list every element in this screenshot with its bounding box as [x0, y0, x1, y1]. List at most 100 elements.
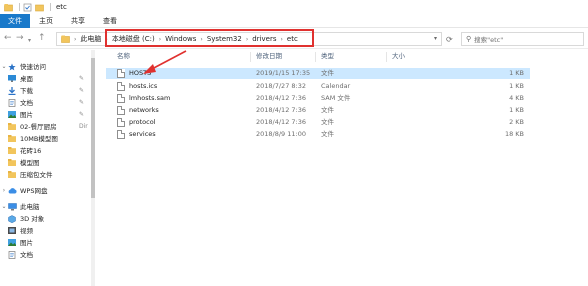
sidebar-label: 快速访问	[20, 63, 46, 71]
sidebar-item-folder[interactable]: 模型图	[0, 156, 92, 168]
videos-icon	[8, 226, 16, 234]
folder-icon	[8, 134, 16, 142]
address-dropdown-icon[interactable]: ▾	[434, 35, 437, 42]
tab-home[interactable]: 主页	[30, 14, 62, 28]
title-separator	[50, 3, 51, 11]
sidebar-scrollbar-thumb[interactable]	[91, 58, 95, 198]
sidebar-label: 压缩包文件	[20, 171, 53, 179]
sidebar-label: 文档	[20, 251, 33, 259]
sidebar-item-videos[interactable]: 视频	[0, 224, 92, 236]
sidebar-item-downloads[interactable]: 下载 ✎	[0, 84, 92, 96]
column-header-size[interactable]: 大小	[392, 50, 405, 62]
tab-share[interactable]: 共享	[62, 14, 94, 28]
file-row-lmhosts[interactable]: lmhosts.sam 2018/4/12 7:36 SAM 文件 4 KB	[106, 93, 530, 104]
folder-icon	[4, 3, 13, 12]
chevron-down-icon[interactable]: ⌄	[0, 63, 8, 70]
sidebar-item-3d-objects[interactable]: 3D 对象	[0, 212, 92, 224]
file-icon	[117, 118, 125, 127]
refresh-icon[interactable]: ⟳	[446, 35, 456, 44]
file-row-hosts[interactable]: HOSTS 2019/1/15 17:35 文件 1 KB	[106, 68, 530, 79]
computer-icon	[8, 202, 17, 210]
file-date: 2018/4/12 7:36	[256, 118, 306, 126]
sidebar-item-desktop[interactable]: 桌面 ✎	[0, 72, 92, 84]
file-icon	[117, 69, 125, 78]
file-type: 文件	[321, 106, 334, 114]
file-row-hosts-ics[interactable]: hosts.ics 2018/7/27 8:32 Calendar 1 KB	[106, 81, 530, 92]
sidebar-item-folder[interactable]: 花砖16	[0, 144, 92, 156]
file-size: 2 KB	[509, 118, 524, 126]
properties-icon[interactable]	[23, 3, 32, 12]
search-icon: ⚲	[466, 35, 472, 43]
folder-icon	[8, 122, 16, 130]
download-icon	[8, 86, 16, 95]
file-size: 1 KB	[509, 69, 524, 77]
file-row-services[interactable]: services 2018/8/9 11:00 文件 18 KB	[106, 129, 530, 140]
sidebar-item-quick-access[interactable]: ⌄ 快速访问	[0, 60, 92, 72]
new-folder-icon[interactable]	[35, 3, 44, 12]
file-name: lmhosts.sam	[129, 94, 171, 102]
column-divider[interactable]	[386, 52, 387, 62]
file-size: 18 KB	[504, 130, 524, 138]
search-box[interactable]: ⚲ 搜索"etc"	[461, 32, 584, 46]
tab-view[interactable]: 查看	[94, 14, 126, 28]
star-icon	[8, 63, 16, 70]
title-separator	[19, 3, 20, 11]
folder-overflow-text: Dir	[79, 122, 88, 130]
sidebar-item-documents[interactable]: 文档 ✎	[0, 96, 92, 108]
sidebar-item-folder[interactable]: 02-餐厅厨房 Dir	[0, 120, 92, 132]
pictures-icon	[8, 238, 16, 246]
calendar-file-icon	[117, 82, 125, 91]
sidebar-item-folder[interactable]: 10MB模型图	[0, 132, 92, 144]
chevron-right-icon[interactable]: ›	[0, 187, 8, 194]
breadcrumb-this-pc[interactable]: 此电脑	[80, 34, 101, 44]
file-name: protocol	[129, 118, 156, 126]
folder-icon	[8, 170, 16, 178]
column-header-name[interactable]: 名称	[117, 50, 130, 62]
up-icon[interactable]: ↑	[38, 34, 46, 43]
sidebar-item-pictures[interactable]: 图片	[0, 236, 92, 248]
search-placeholder: 搜索"etc"	[474, 36, 504, 44]
file-size: 4 KB	[509, 94, 524, 102]
documents-icon	[8, 98, 16, 107]
back-icon[interactable]: ←	[4, 34, 12, 43]
sidebar-item-folder[interactable]: 压缩包文件	[0, 168, 92, 180]
window-title: etc	[56, 3, 67, 11]
sidebar-label: 下载	[20, 87, 33, 95]
address-folder-icon	[61, 35, 70, 43]
column-header-date[interactable]: 修改日期	[256, 50, 282, 62]
file-row-protocol[interactable]: protocol 2018/4/12 7:36 文件 2 KB	[106, 117, 530, 128]
folder-icon	[8, 158, 16, 166]
column-header-type[interactable]: 类型	[321, 50, 334, 62]
folder-icon	[8, 146, 16, 154]
sidebar-label: 图片	[20, 111, 33, 119]
file-size: 1 KB	[509, 82, 524, 90]
sidebar-item-documents[interactable]: 文档	[0, 248, 92, 260]
file-row-networks[interactable]: networks 2018/4/12 7:36 文件 1 KB	[106, 105, 530, 116]
sidebar-item-pictures[interactable]: 图片 ✎	[0, 108, 92, 120]
forward-icon[interactable]: →	[16, 34, 24, 43]
pin-icon[interactable]: ✎	[79, 111, 84, 118]
sidebar-item-this-pc[interactable]: ⌄ 此电脑	[0, 200, 92, 212]
file-name: networks	[129, 106, 159, 114]
file-name: hosts.ics	[129, 82, 158, 90]
file-icon	[117, 130, 125, 139]
file-list: 名称 修改日期 类型 大小 HOSTS 2019/1/15 17:35 文件 1…	[96, 50, 588, 286]
tab-file[interactable]: 文件	[0, 13, 30, 28]
pin-icon[interactable]: ✎	[79, 75, 84, 82]
recent-locations-icon[interactable]: ▾	[28, 36, 31, 45]
sidebar-item-wps-cloud[interactable]: › WPS网盘	[0, 184, 92, 196]
sidebar-label: 02-餐厅厨房	[20, 123, 57, 131]
sidebar-label: 文档	[20, 99, 33, 107]
column-divider[interactable]	[250, 52, 251, 62]
sidebar-label: 视频	[20, 227, 33, 235]
pin-icon[interactable]: ✎	[79, 87, 84, 94]
desktop-icon	[8, 74, 16, 82]
file-date: 2018/7/27 8:32	[256, 82, 306, 90]
file-size: 1 KB	[509, 106, 524, 114]
pin-icon[interactable]: ✎	[79, 99, 84, 106]
sidebar-label: 10MB模型图	[20, 135, 58, 143]
chevron-down-icon[interactable]: ⌄	[0, 203, 8, 210]
title-bar: etc	[0, 0, 588, 14]
file-date: 2018/8/9 11:00	[256, 130, 306, 138]
column-divider[interactable]	[315, 52, 316, 62]
